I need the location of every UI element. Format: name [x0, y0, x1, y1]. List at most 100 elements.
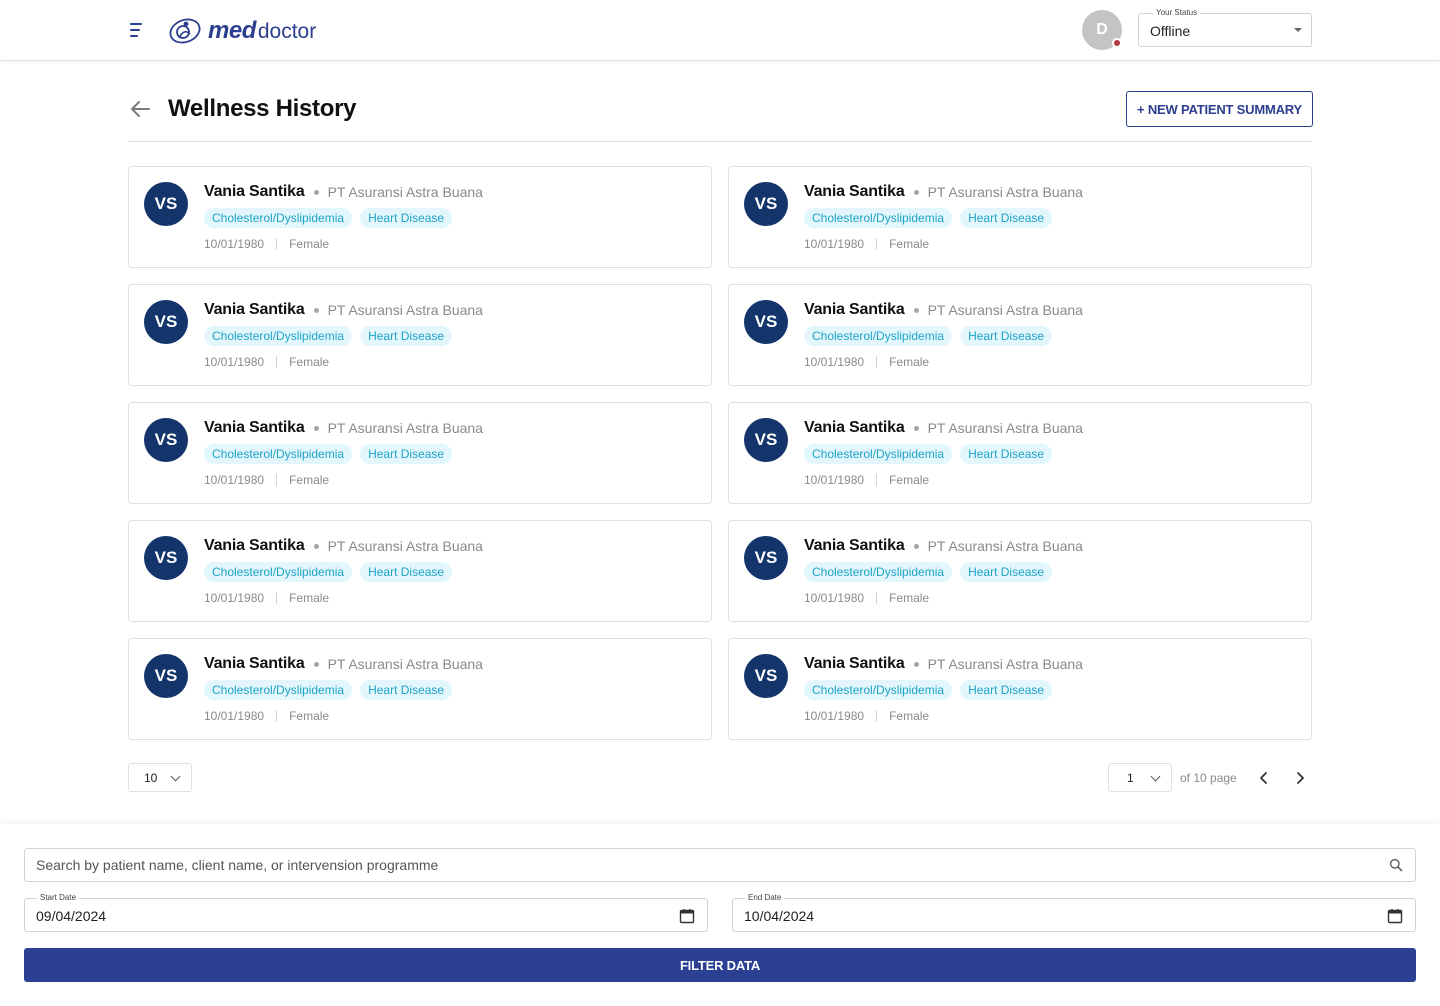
patient-initials-avatar: VS — [144, 182, 188, 226]
page-number-select[interactable]: 1 — [1108, 763, 1172, 792]
patient-card[interactable]: VS Vania Santika PT Asuransi Astra Buana… — [728, 520, 1312, 622]
patient-card[interactable]: VS Vania Santika PT Asuransi Astra Buana… — [128, 166, 712, 268]
search-box[interactable] — [24, 848, 1416, 882]
status-label: Your Status — [1153, 8, 1201, 17]
condition-tags: Cholesterol/Dyslipidemia Heart Disease — [804, 326, 1060, 346]
meta-divider — [276, 592, 278, 604]
separator-dot — [913, 189, 919, 195]
patient-dob: 10/01/1980 — [204, 473, 265, 487]
separator-dot — [913, 307, 919, 313]
patient-meta: 10/01/1980 Female — [204, 473, 329, 487]
patient-gender: Female — [889, 591, 930, 605]
per-page-select[interactable]: 10 — [128, 763, 192, 792]
patient-card[interactable]: VS Vania Santika PT Asuransi Astra Buana… — [728, 166, 1312, 268]
patient-initials-avatar: VS — [744, 654, 788, 698]
patient-meta: 10/01/1980 Female — [204, 591, 329, 605]
patient-card[interactable]: VS Vania Santika PT Asuransi Astra Buana… — [128, 520, 712, 622]
patient-name: Vania Santika — [804, 301, 905, 318]
next-page-icon[interactable] — [1292, 770, 1308, 786]
patient-card[interactable]: VS Vania Santika PT Asuransi Astra Buana… — [128, 638, 712, 740]
patient-meta: 10/01/1980 Female — [804, 709, 929, 723]
patient-gender: Female — [289, 237, 330, 251]
start-date-field[interactable]: Start Date 09/04/2024 — [24, 893, 708, 932]
logo[interactable]: med doctor — [168, 14, 316, 48]
patient-meta: 10/01/1980 Female — [804, 355, 929, 369]
calendar-icon[interactable] — [679, 908, 695, 924]
patient-dob: 10/01/1980 — [204, 237, 265, 251]
start-date-label: Start Date — [37, 893, 80, 902]
patient-initials-avatar: VS — [744, 300, 788, 344]
meta-divider — [276, 356, 278, 368]
patient-initials-avatar: VS — [744, 536, 788, 580]
condition-tags: Cholesterol/Dyslipidemia Heart Disease — [204, 208, 460, 228]
status-dot — [1112, 38, 1122, 48]
patient-meta: 10/01/1980 Female — [804, 473, 929, 487]
condition-tags: Cholesterol/Dyslipidemia Heart Disease — [204, 326, 460, 346]
condition-tag: Heart Disease — [360, 562, 453, 582]
per-page-value: 10 — [144, 771, 158, 785]
condition-tag: Heart Disease — [960, 680, 1053, 700]
patient-dob: 10/01/1980 — [204, 355, 265, 369]
page-title: Wellness History — [168, 95, 357, 122]
chevron-down-icon — [1150, 771, 1161, 782]
logo-med: med — [208, 17, 256, 44]
condition-tag: Heart Disease — [360, 208, 453, 228]
patient-card[interactable]: VS Vania Santika PT Asuransi Astra Buana… — [728, 284, 1312, 386]
logo-mark-icon — [169, 18, 201, 44]
patient-name: Vania Santika — [804, 655, 905, 672]
patient-company: PT Asuransi Astra Buana — [327, 656, 483, 672]
separator-dot — [913, 425, 919, 431]
patient-initials-avatar: VS — [144, 300, 188, 344]
filter-data-button[interactable]: FILTER DATA — [24, 948, 1416, 982]
patient-gender: Female — [289, 591, 330, 605]
search-input[interactable] — [25, 849, 1375, 881]
patient-card[interactable]: VS Vania Santika PT Asuransi Astra Buana… — [128, 284, 712, 386]
avatar[interactable]: D — [1082, 10, 1122, 50]
condition-tag: Cholesterol/Dyslipidemia — [804, 444, 953, 464]
patient-dob: 10/01/1980 — [804, 237, 865, 251]
back-arrow-icon[interactable] — [129, 99, 151, 119]
patient-card[interactable]: VS Vania Santika PT Asuransi Astra Buana… — [128, 402, 712, 504]
patient-name-row: Vania Santika PT Asuransi Astra Buana — [804, 655, 1083, 673]
calendar-icon[interactable] — [1387, 908, 1403, 924]
separator-dot — [313, 543, 319, 549]
end-date-field[interactable]: End Date 10/04/2024 — [732, 893, 1416, 932]
patient-name: Vania Santika — [204, 183, 305, 200]
patient-meta: 10/01/1980 Female — [804, 237, 929, 251]
condition-tags: Cholesterol/Dyslipidemia Heart Disease — [804, 680, 1060, 700]
logo-text: med doctor — [208, 17, 316, 45]
condition-tags: Cholesterol/Dyslipidemia Heart Disease — [804, 562, 1060, 582]
status-select[interactable]: Your Status Offline — [1138, 8, 1312, 47]
condition-tag: Heart Disease — [960, 562, 1053, 582]
patient-initials-avatar: VS — [144, 418, 188, 462]
menu-toggle-icon[interactable] — [128, 20, 146, 40]
condition-tag: Heart Disease — [960, 444, 1053, 464]
avatar-initial: D — [1096, 21, 1108, 38]
status-value: Offline — [1150, 23, 1191, 39]
search-icon[interactable] — [1389, 858, 1403, 872]
separator-dot — [913, 543, 919, 549]
patient-gender: Female — [889, 709, 930, 723]
patient-meta: 10/01/1980 Female — [204, 709, 329, 723]
new-patient-summary-button[interactable]: + NEW PATIENT SUMMARY — [1126, 91, 1313, 127]
patient-name: Vania Santika — [804, 537, 905, 554]
patient-card[interactable]: VS Vania Santika PT Asuransi Astra Buana… — [728, 638, 1312, 740]
condition-tag: Heart Disease — [960, 208, 1053, 228]
condition-tag: Cholesterol/Dyslipidemia — [204, 444, 353, 464]
patient-initials-avatar: VS — [744, 182, 788, 226]
patient-name-row: Vania Santika PT Asuransi Astra Buana — [204, 655, 483, 673]
patient-dob: 10/01/1980 — [204, 709, 265, 723]
meta-divider — [276, 710, 278, 722]
separator-dot — [313, 661, 319, 667]
meta-divider — [876, 474, 878, 486]
patient-name-row: Vania Santika PT Asuransi Astra Buana — [204, 301, 483, 319]
meta-divider — [876, 356, 878, 368]
patient-card[interactable]: VS Vania Santika PT Asuransi Astra Buana… — [728, 402, 1312, 504]
patient-company: PT Asuransi Astra Buana — [927, 538, 1083, 554]
patient-company: PT Asuransi Astra Buana — [327, 538, 483, 554]
patient-gender: Female — [289, 355, 330, 369]
prev-page-icon[interactable] — [1256, 770, 1272, 786]
condition-tags: Cholesterol/Dyslipidemia Heart Disease — [204, 680, 460, 700]
condition-tag: Cholesterol/Dyslipidemia — [204, 562, 353, 582]
patient-company: PT Asuransi Astra Buana — [927, 420, 1083, 436]
